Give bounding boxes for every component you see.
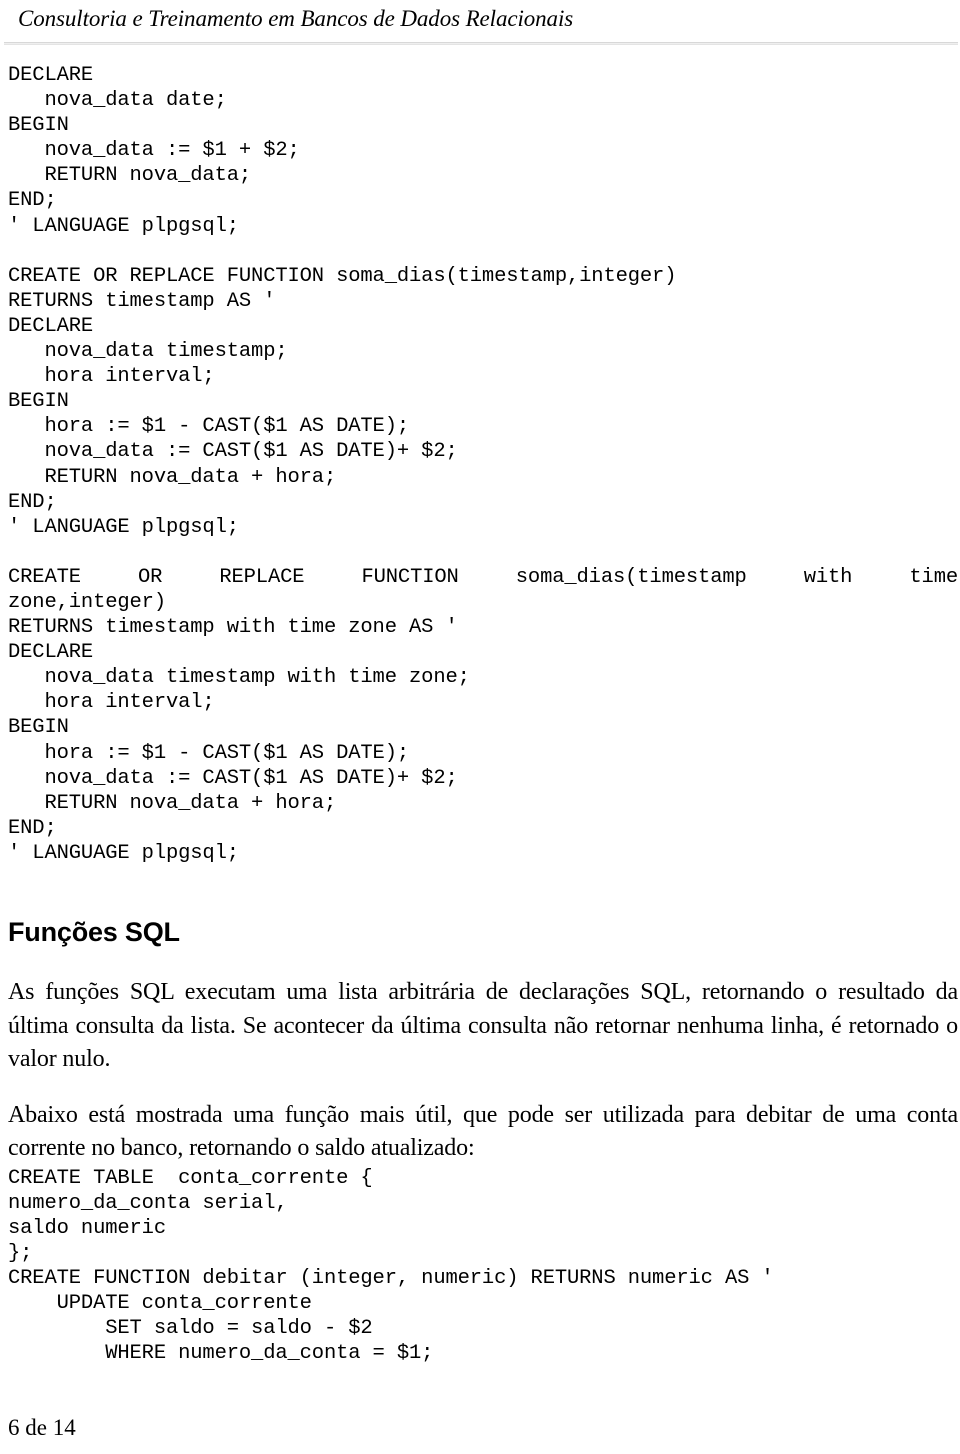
header-divider xyxy=(4,41,958,45)
document-footer: 6 de 14 xyxy=(0,1414,960,1454)
header-title: Consultoria e Treinamento em Bancos de D… xyxy=(18,6,574,31)
code-block-declare-date: DECLARE nova_data date; BEGIN nova_data … xyxy=(8,64,300,238)
document-page: Consultoria e Treinamento em Bancos de D… xyxy=(0,0,960,1454)
page-number: 6 de 14 xyxy=(8,1415,76,1440)
code-block-soma-dias-timestamp-tz: zone,integer) RETURNS timestamp with tim… xyxy=(8,590,470,865)
document-body: DECLARE nova_data date; BEGIN nova_data … xyxy=(0,63,960,1366)
spacer-after-heading xyxy=(0,948,960,976)
code-line-soma-dias-timestamp-tz-signature: CREATE OR REPLACE FUNCTION soma_dias(tim… xyxy=(8,565,958,589)
paragraph-funcoes-sql-intro: As funções SQL executam uma lista arbitr… xyxy=(8,979,958,1072)
code-block-soma-dias-timestamp: CREATE OR REPLACE FUNCTION soma_dias(tim… xyxy=(8,264,677,539)
spacer-between-paragraphs xyxy=(0,1077,960,1099)
document-header: Consultoria e Treinamento em Bancos de D… xyxy=(0,0,960,45)
code-blank-line-2 xyxy=(0,540,960,565)
section-heading-funcoes-sql: Funções SQL xyxy=(8,917,180,947)
spacer-before-heading xyxy=(0,866,960,916)
code-blank-line-1 xyxy=(0,239,960,264)
code-block-conta-corrente-debitar: CREATE TABLE conta_corrente { numero_da_… xyxy=(8,1166,774,1366)
paragraph-debitar-intro: Abaixo está mostrada uma função mais úti… xyxy=(8,1101,958,1162)
